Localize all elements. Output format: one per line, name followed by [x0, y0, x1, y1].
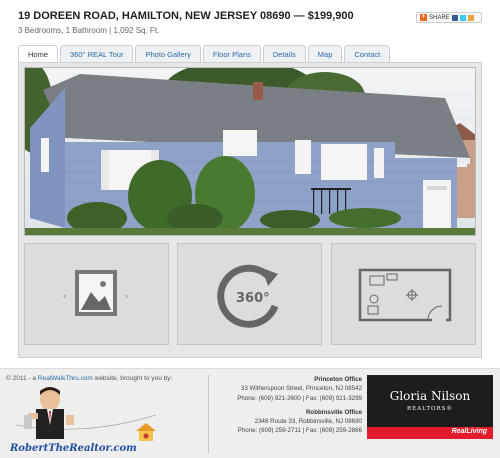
addthis-plus-icon: + — [420, 14, 427, 21]
floor-plan-icon — [358, 268, 452, 322]
360-label: 360° — [236, 291, 270, 306]
listing-header: 19 DOREEN ROAD, HAMILTON, NEW JERSEY 086… — [18, 10, 488, 44]
agent-branding[interactable]: RobertTheRealtor.com — [6, 385, 196, 455]
tab-photo-gallery[interactable]: Photo Gallery — [135, 45, 201, 62]
brand-subtitle: REALTORS® — [407, 406, 453, 412]
tab-contact[interactable]: Contact — [344, 45, 391, 62]
office-address: 33 Witherspoon Street, Princeton, NJ 085… — [240, 385, 362, 393]
footer-divider — [208, 375, 209, 453]
twitter-icon[interactable] — [459, 14, 466, 21]
main-panel: ‹ › 360° — [18, 62, 482, 358]
gloria-nilson-logo[interactable]: Gloria Nilson REALTORS® RealLiving — [367, 375, 493, 439]
360-tour-thumbnail[interactable]: 360° — [177, 243, 322, 345]
office-name: Robbinsville Office — [305, 408, 362, 416]
agent-caricature-icon — [15, 387, 157, 441]
facebook-icon[interactable] — [451, 14, 458, 21]
office-phone: Phone: (609) 921-2600 | Fax: (609) 921-3… — [237, 394, 362, 402]
photo-gallery-icon: ‹ › — [63, 270, 129, 316]
realwalkthru-link[interactable]: RealWalkThru.com — [38, 375, 93, 382]
brand-tag: RealLiving — [451, 428, 487, 435]
svg-text:‹: ‹ — [63, 292, 67, 302]
tab-floor-plans[interactable]: Floor Plans — [202, 45, 261, 62]
brand-bar: RealLiving — [367, 427, 493, 439]
feature-thumbnails: ‹ › 360° — [24, 243, 476, 345]
360-tour-icon: 360° — [217, 264, 279, 328]
listing-subtitle: 3 Bedrooms, 1 Bathroom | 1,092 Sq. Ft. — [18, 26, 160, 35]
tab-map[interactable]: Map — [307, 45, 343, 62]
office-name: Princeton Office — [314, 376, 362, 383]
share-label: SHARE — [429, 14, 450, 21]
office-list: Princeton Office 33 Witherspoon Street, … — [212, 375, 362, 441]
copyright-suffix: website, brought to you by: — [92, 375, 173, 382]
footer: © 2011 - a RealWalkThru.com website, bro… — [0, 368, 500, 458]
photo-gallery-thumbnail[interactable]: ‹ › — [24, 243, 169, 345]
office-phone: Phone: (609) 259-2711 | Fax: (609) 259-2… — [237, 427, 362, 435]
share-button[interactable]: + SHARE — [416, 12, 482, 23]
tab-bar: Home 360° REAL Tour Photo Gallery Floor … — [18, 45, 391, 63]
tab-home[interactable]: Home — [18, 45, 59, 63]
office-address: 2348 Route 33, Robbinsville, NJ 08690 — [254, 418, 362, 426]
copyright-prefix: © 2011 - a — [6, 375, 38, 382]
email-icon[interactable] — [467, 14, 474, 21]
brand-name: Gloria Nilson — [389, 389, 471, 403]
svg-text:›: › — [125, 292, 129, 302]
house-photo — [24, 67, 476, 236]
copyright-text: © 2011 - a RealWalkThru.com website, bro… — [6, 375, 172, 382]
tab-details[interactable]: Details — [262, 45, 306, 62]
office-robbinsville: Robbinsville Office 2348 Route 33, Robbi… — [212, 408, 362, 436]
office-princeton: Princeton Office 33 Witherspoon Street, … — [212, 375, 362, 403]
tab-360-tour[interactable]: 360° REAL Tour — [60, 45, 134, 62]
agent-name: RobertTheRealtor.com — [10, 443, 137, 454]
floor-plan-thumbnail[interactable] — [331, 243, 476, 345]
